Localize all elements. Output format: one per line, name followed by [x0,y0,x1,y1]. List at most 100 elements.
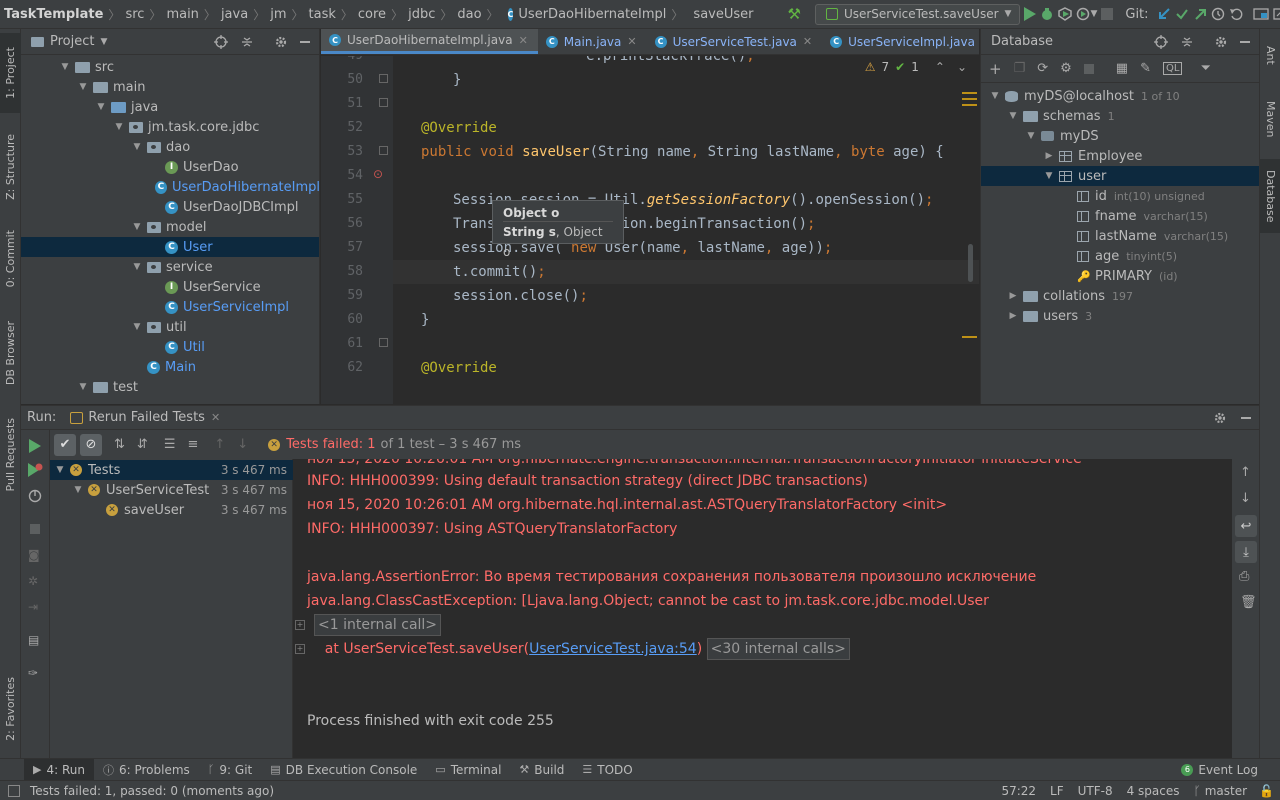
test-tree-item[interactable]: ▼ ✕ UserServiceTest 3 s 467 ms [50,480,293,500]
previous-failed-icon[interactable]: ↑ [214,437,225,452]
database-tree-item[interactable]: ▼ myDS@localhost 1 of 10 [981,86,1259,106]
pin-icon[interactable]: ✑ [28,666,38,680]
chevron-down-icon[interactable]: ⌄ [957,60,967,74]
chevron-down-icon[interactable]: ▼ [131,322,143,332]
collapse-all-icon[interactable]: ≡ [187,437,198,452]
database-tree-item[interactable]: 🔑 PRIMARY (id) [981,266,1259,286]
database-tree-item[interactable]: age tinyint(5) [981,246,1259,266]
soft-wrap-icon[interactable]: ↩ [1235,515,1257,537]
project-tree-item[interactable]: I UserDao [21,157,319,177]
project-tree-item[interactable]: ▼ util [21,317,319,337]
coverage-icon[interactable] [1058,3,1073,25]
hide-panel-icon[interactable] [1241,417,1251,419]
project-structure-icon[interactable] [1252,3,1269,25]
exit-icon[interactable]: ⇥ [28,600,38,614]
override-gutter-icon[interactable]: ⊙ [373,167,383,181]
tool-tab-database[interactable]: Database [1260,159,1280,233]
tool-tab-structure[interactable]: Z: Structure [0,121,21,213]
fold-marker-icon[interactable] [379,146,388,155]
locate-icon[interactable] [1154,35,1168,53]
chevron-right-icon[interactable]: ▶ [1043,151,1055,161]
project-tree-item[interactable]: C UserDaoJDBCImpl [21,197,319,217]
debug-icon[interactable] [1040,3,1054,25]
project-tree-item[interactable]: C Main [21,357,319,377]
project-tree-item[interactable]: ▼ main [21,77,319,97]
breadcrumb-method[interactable]: saveUser [693,7,753,22]
hide-panel-icon[interactable] [1240,41,1250,43]
project-panel-title[interactable]: Project [50,34,94,49]
error-stripe-mark[interactable] [962,92,977,94]
fold-marker-icon[interactable] [379,98,388,107]
console-output[interactable]: ноя 15, 2020 10:26:01 AM org.hibernate.e… [294,459,1232,758]
close-icon[interactable]: ✕ [211,411,220,424]
stop-icon[interactable] [1083,63,1094,74]
toggle-tool-windows-icon[interactable] [8,784,20,797]
gear-icon[interactable] [274,35,288,53]
code-editor[interactable]: 49 50 51 52 53 54 55 56 57 58 59 60 61 62 ⊙ e.printSta… [321,56,979,404]
editor-tab[interactable]: C Main.java ✕ [538,29,647,54]
bottom-tab[interactable]: ᚴ 9: Git [199,759,261,781]
database-tree-item[interactable]: ▼ myDS [981,126,1259,146]
internal-call-fold[interactable]: <1 internal call> [314,614,442,636]
run-configuration-select[interactable]: UserServiceTest.saveUser ▼ [814,3,1021,25]
run-tab-rerun-failed-tests[interactable]: Rerun Failed Tests [88,410,205,425]
scroll-to-end-icon[interactable]: ⤓ [1235,541,1257,563]
breadcrumb-project[interactable]: TaskTemplate [0,7,103,22]
line-separator[interactable]: LF [1050,784,1064,798]
status-message[interactable]: Tests failed: 1, passed: 0 (moments ago) [30,784,274,798]
fold-marker-icon[interactable] [379,74,388,83]
breadcrumb-item[interactable]: dao [457,7,481,22]
chevron-down-icon[interactable]: ▼ [131,262,143,272]
tool-tab-pull-requests[interactable]: Pull Requests [0,409,21,501]
arrow-down-icon[interactable]: ↓ [1240,491,1251,506]
git-branch[interactable]: master [1205,784,1247,798]
error-stripe-mark[interactable] [962,98,977,100]
chevron-down-icon[interactable]: ▼ [95,102,107,112]
project-tree-item[interactable]: C UserServiceImpl [21,297,319,317]
bottom-tab[interactable]: ⓘ 6: Problems [94,759,199,781]
project-tree-item[interactable]: ▼ test [21,377,319,397]
close-icon[interactable]: ✕ [627,35,636,48]
duplicate-icon[interactable]: ❐ [1014,61,1026,76]
hammer-icon[interactable]: ⚒ [787,5,800,23]
tool-tab-db-browser[interactable]: DB Browser [0,311,21,395]
stacktrace-link[interactable]: UserServiceTest.java:54 [529,641,697,657]
git-update-icon[interactable] [1157,3,1171,25]
collapse-all-icon[interactable] [240,35,254,53]
database-tree-item[interactable]: ▶ users 3 [981,306,1259,326]
editor-tab[interactable]: C UserDaoHibernateImpl.java ✕ [321,29,538,54]
chevron-down-icon[interactable]: ▼ [77,82,89,92]
bottom-tab[interactable]: ▶ 4: Run [24,758,94,781]
project-tree-item[interactable]: I UserService [21,277,319,297]
chevron-right-icon[interactable]: ▶ [1007,311,1019,321]
chevron-down-icon[interactable]: ▼ [113,122,125,132]
settings-icon[interactable]: ✲ [28,574,38,588]
test-tree-item[interactable]: ▼ ✕ Tests 3 s 467 ms [50,460,293,480]
editor-scrollbar[interactable] [968,244,973,282]
breadcrumb-item[interactable]: task [309,7,336,22]
next-failed-icon[interactable]: ↓ [237,437,248,452]
project-tree-item[interactable]: ▼ java [21,97,319,117]
chevron-right-icon[interactable]: ▶ [1007,291,1019,301]
caret-position[interactable]: 57:22 [1001,784,1036,798]
chevron-down-icon[interactable]: ▼ [100,37,107,47]
event-log-tab[interactable]: 6 Event Log [1181,763,1258,777]
close-icon[interactable]: ✕ [803,35,812,48]
breadcrumb-class[interactable]: UserDaoHibernateImpl [518,7,666,22]
test-tree-item[interactable]: ✕ saveUser 3 s 467 ms [50,500,293,520]
edit-icon[interactable]: ✎ [1140,61,1151,76]
gear-icon[interactable] [1213,411,1227,429]
chevron-down-icon[interactable]: ▼ [77,382,89,392]
chevron-down-icon[interactable]: ▼ [131,222,143,232]
table-view-icon[interactable]: ▦ [1116,61,1128,76]
trash-icon[interactable]: 🗑 [1240,595,1257,610]
project-tree-item[interactable]: ▼ jm.task.core.jdbc [21,117,319,137]
project-tree-item[interactable]: C User [21,237,319,257]
profiler-icon[interactable] [1076,3,1090,25]
chevron-down-icon[interactable]: ▼ [1025,131,1037,141]
project-tree-item[interactable]: ▼ dao [21,137,319,157]
hide-panel-icon[interactable] [300,41,310,43]
chevron-down-icon[interactable]: ▼ [72,485,84,495]
gear-icon[interactable] [1214,35,1228,53]
tool-tab-project[interactable]: 1: Project [0,33,21,113]
